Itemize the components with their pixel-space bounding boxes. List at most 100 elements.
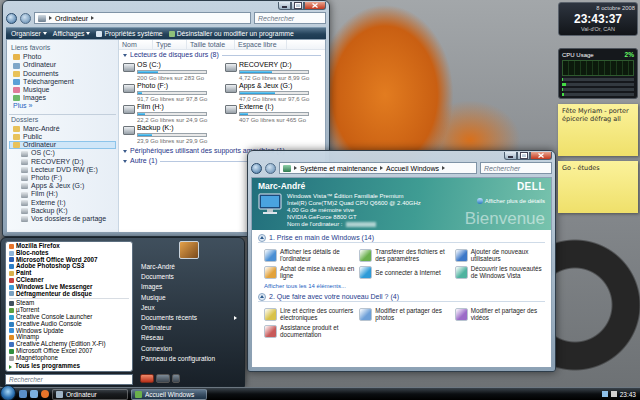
maximize-button[interactable] (517, 152, 530, 160)
program-item[interactable]: Winamp (9, 334, 129, 341)
drive-item[interactable]: OS (C:)200 Go libres sur 283 Go (123, 61, 221, 81)
program-item[interactable]: Paint (9, 270, 129, 277)
folder-tree-item[interactable]: Ordinateur (9, 141, 116, 149)
program-item[interactable]: Microsoft Office Excel 2007 (9, 348, 129, 355)
folder-tree-item[interactable]: Photo (F:) (9, 174, 116, 182)
minimize-button[interactable] (278, 2, 291, 10)
task-item[interactable]: Se connecter à Internet (359, 265, 449, 279)
section-header[interactable]: 2. Que faire avec votre nouveau Dell ? (… (258, 292, 545, 302)
start-place-item[interactable]: Images (137, 282, 241, 292)
forward-button[interactable] (265, 163, 276, 174)
folder-tree-item[interactable]: Vos dossiers de partage (9, 215, 116, 223)
program-item[interactable]: Windows Live Messenger (9, 284, 129, 291)
folder-tree-item[interactable]: Backup (K:) (9, 207, 116, 215)
group-header[interactable]: Lecteurs de disques durs (8) (119, 50, 325, 60)
details-link[interactable]: Afficher plus de détails (477, 198, 545, 205)
task-item[interactable]: Achat de mise à niveau en ligne (264, 265, 354, 279)
folder-tree-item[interactable]: Film (H:) (9, 190, 116, 198)
start-place-item[interactable]: Documents récents (137, 313, 241, 323)
folder-tree-item[interactable]: Apps & Jeux (G:) (9, 182, 116, 190)
program-item[interactable]: Windows Update (9, 328, 129, 335)
program-item[interactable]: Steam (9, 300, 129, 307)
start-place-item[interactable]: Marc-André (137, 262, 241, 272)
breadcrumb[interactable]: Système et maintenance (300, 165, 377, 172)
more-link[interactable]: Plus » (9, 102, 116, 110)
close-button[interactable] (304, 2, 326, 10)
task-item[interactable]: Lire et écrire des courriers électroniqu… (264, 307, 354, 321)
close-button[interactable] (530, 152, 552, 160)
favorite-link[interactable]: Ordinateur (9, 61, 116, 69)
address-bar[interactable]: Système et maintenance Accueil Windows (279, 162, 477, 174)
task-item[interactable]: Ajouter de nouveaux utilisateurs (455, 248, 545, 262)
all-programs-button[interactable]: Tous les programmes (9, 363, 129, 370)
start-place-item[interactable]: Panneau de configuration (137, 354, 241, 364)
favorite-link[interactable]: Photo (9, 53, 116, 61)
task-item[interactable]: Modifier et partager des vidéos (455, 307, 545, 321)
breadcrumb[interactable]: Ordinateur (55, 15, 88, 22)
taskbar-button[interactable]: Ordinateur (52, 389, 128, 400)
expand-toggle[interactable] (258, 293, 266, 301)
toolbar-button[interactable]: Affichages (53, 30, 91, 37)
program-item[interactable]: Mozilla Firefox (9, 243, 129, 250)
favorite-link[interactable]: Musique (9, 86, 116, 94)
start-button[interactable] (0, 385, 16, 400)
back-button[interactable] (6, 13, 17, 24)
program-item[interactable]: Creative Console Launcher (9, 314, 129, 321)
folder-tree-item[interactable]: Lecteur DVD RW (E:) (9, 166, 116, 174)
program-item[interactable]: Creative Audio Console (9, 321, 129, 328)
task-item[interactable]: Découvrir les nouveautés de Windows Vist… (455, 265, 545, 279)
drive-item[interactable]: Photo (F:)91,7 Go libres sur 97,8 Go (123, 82, 221, 102)
task-item[interactable]: Assistance produit et documentation (264, 324, 354, 338)
taskbar-button[interactable]: Accueil Windows (131, 389, 207, 400)
start-place-item[interactable]: Connexion (137, 344, 241, 354)
favorite-link[interactable]: Téléchargement (9, 78, 116, 86)
program-item[interactable]: Creative ALchemy (Edition X-Fi) (9, 341, 129, 348)
section-header[interactable]: 1. Prise en main de Windows (14) (258, 233, 545, 243)
toolbar-button[interactable]: Organiser (11, 30, 47, 37)
start-place-item[interactable]: Réseau (137, 333, 241, 343)
task-item[interactable]: Modifier et partager des photos (359, 307, 449, 321)
search-box[interactable] (480, 162, 552, 174)
lock-button[interactable] (156, 374, 170, 383)
power-button[interactable] (140, 374, 154, 383)
folder-tree-item[interactable]: RECOVERY (D:) (9, 158, 116, 166)
favorite-link[interactable]: Images (9, 94, 116, 102)
drive-item[interactable]: RECOVERY (D:)4,72 Go libres sur 8,99 Go (225, 61, 323, 81)
start-place-item[interactable]: Jeux (137, 303, 241, 313)
program-item[interactable]: Magnétophone (9, 355, 129, 362)
column-header[interactable]: Espace libre (235, 40, 287, 49)
program-item[interactable]: Défragmenteur de disque (9, 291, 129, 298)
maximize-button[interactable] (291, 2, 304, 10)
column-header[interactable]: Taille totale (187, 40, 235, 49)
program-item[interactable]: µTorrent (9, 307, 129, 314)
forward-button[interactable] (20, 13, 31, 24)
folder-tree-item[interactable]: Externe (I:) (9, 199, 116, 207)
folder-tree-item[interactable]: Marc-André (9, 125, 116, 133)
sticky-note[interactable]: Go - études (558, 161, 638, 213)
toolbar-button[interactable]: Désinstaller ou modifier un programme (169, 30, 294, 37)
toolbar-button[interactable]: Propriétés système (96, 30, 162, 37)
column-header[interactable]: Type (153, 40, 187, 49)
breadcrumb[interactable]: Accueil Windows (386, 165, 439, 172)
program-item[interactable]: CCleaner (9, 277, 129, 284)
folder-tree-item[interactable]: Public (9, 133, 116, 141)
program-item[interactable]: Adobe Photoshop CS3 (9, 263, 129, 270)
show-all-link[interactable]: Afficher tous les 14 éléments... (258, 282, 545, 290)
favorite-link[interactable]: Documents (9, 70, 116, 78)
address-bar[interactable]: Ordinateur (34, 12, 251, 24)
start-place-item[interactable]: Documents (137, 272, 241, 282)
drive-item[interactable]: Apps & Jeux (G:)47,0 Go libres sur 97,6 … (225, 82, 323, 102)
sticky-note[interactable]: Fête Myriam - porter épicerie défrag all (558, 104, 638, 156)
expand-toggle[interactable] (258, 234, 266, 242)
task-item[interactable]: Transférer des fichiers et des paramètre… (359, 248, 449, 262)
drive-item[interactable]: Backup (K:)23,9 Go libres sur 29,9 Go (123, 124, 221, 144)
drive-item[interactable]: Film (H:)22,2 Go libres sur 24,9 Go (123, 103, 221, 123)
column-header[interactable]: Nom (119, 40, 153, 49)
drive-item[interactable]: Externe (I:)407 Go libres sur 465 Go (225, 103, 323, 123)
minimize-button[interactable] (504, 152, 517, 160)
folders-header[interactable]: Dossiers (9, 114, 116, 124)
search-box[interactable] (254, 12, 326, 24)
back-button[interactable] (251, 163, 262, 174)
search-box[interactable] (5, 374, 133, 385)
start-place-item[interactable]: Ordinateur (137, 323, 241, 333)
